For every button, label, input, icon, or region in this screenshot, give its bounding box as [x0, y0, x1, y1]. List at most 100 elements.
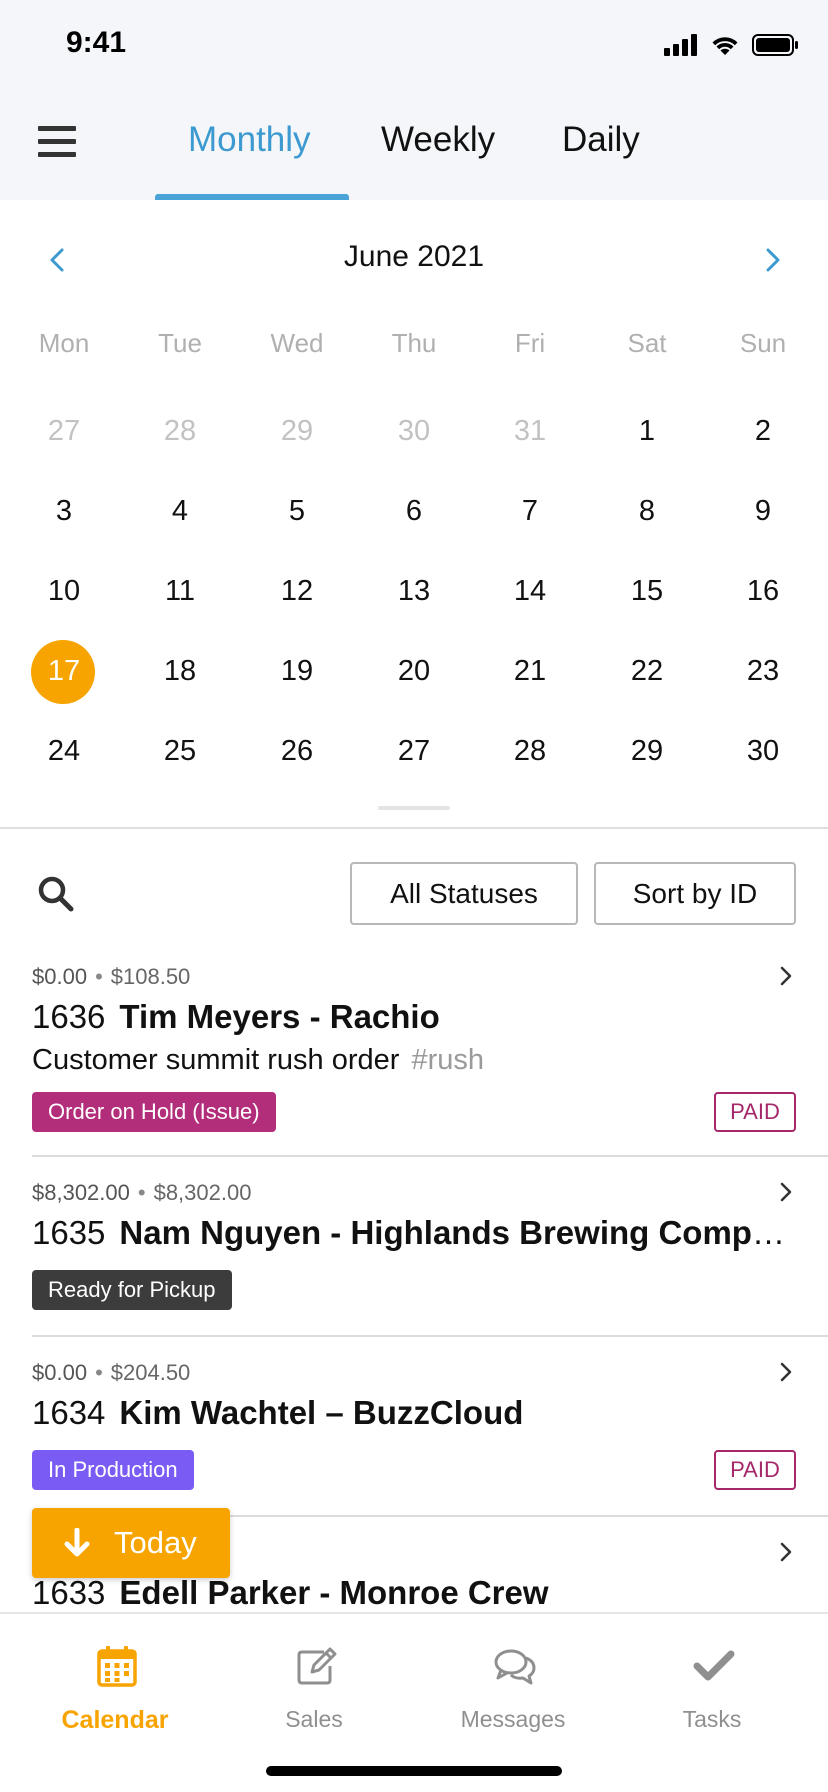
tabbar-label: Calendar: [61, 1706, 169, 1734]
tab-weekly[interactable]: Weekly: [381, 120, 495, 160]
order-customer: Tim Meyers - Rachio: [119, 998, 440, 1035]
calendar-day[interactable]: 25: [122, 716, 238, 786]
calendar-icon: [97, 1646, 137, 1687]
order-customer: Edell Parker - Monroe Crew: [119, 1574, 549, 1610]
weekday-label: Thu: [391, 328, 437, 358]
search-button[interactable]: [36, 874, 76, 914]
order-description-text: Customer summit rush order: [32, 1044, 400, 1076]
edit-icon: [297, 1647, 337, 1685]
calendar-day[interactable]: 30: [356, 396, 472, 466]
calendar-day[interactable]: 27: [6, 396, 122, 466]
order-amounts: $0.00 • $108.50: [32, 964, 191, 989]
status-filter-button[interactable]: All Statuses: [350, 862, 578, 925]
weekday-label: Tue: [158, 328, 202, 358]
status-badge: In Production: [32, 1450, 194, 1490]
order-customer: Kim Wachtel – BuzzCloud: [119, 1394, 524, 1431]
calendar-day[interactable]: 9: [705, 476, 821, 546]
order-id: 1634: [32, 1394, 106, 1431]
order-id: 1636: [32, 998, 106, 1035]
calendar-day[interactable]: 16: [705, 556, 821, 626]
order-row[interactable]: $8,302.00 • $8,302.00 1635 Nam Nguyen - Hig…: [32, 1174, 796, 1324]
chevron-right-icon: [766, 248, 780, 272]
weekday-label: Sun: [739, 328, 787, 358]
order-id: 1633: [32, 1574, 106, 1610]
wifi-icon: [712, 37, 738, 55]
amount-total: $204.50: [110, 1360, 191, 1385]
calendar-day[interactable]: 26: [239, 716, 355, 786]
order-title: 1636 Tim Meyers - Rachio: [32, 998, 796, 1036]
calendar-day[interactable]: 18: [122, 636, 238, 706]
chat-bubbles-icon: [494, 1649, 536, 1685]
calendar-day[interactable]: 4: [122, 476, 238, 546]
calendar-day[interactable]: 28: [472, 716, 588, 786]
paid-badge: PAID: [714, 1092, 796, 1132]
app-header: 9:41 Monthly Weekly Daily: [0, 0, 828, 200]
calendar-day[interactable]: 28: [122, 396, 238, 466]
calendar-drag-handle[interactable]: [378, 806, 450, 810]
chevron-right-icon: [780, 966, 792, 986]
order-amounts: $0.00 • $204.50: [32, 1360, 191, 1385]
calendar-day[interactable]: 14: [472, 556, 588, 626]
tabbar-item-calendar[interactable]: Calendar: [15, 1634, 215, 1744]
tabbar-item-sales[interactable]: Sales: [214, 1634, 414, 1744]
weekday-label: Sat: [627, 328, 667, 358]
calendar-day[interactable]: 24: [6, 716, 122, 786]
today-button[interactable]: Today: [32, 1508, 230, 1578]
menu-icon[interactable]: [38, 126, 76, 158]
calendar-day[interactable]: 30: [705, 716, 821, 786]
calendar-day[interactable]: 23: [705, 636, 821, 706]
sort-button[interactable]: Sort by ID: [594, 862, 796, 925]
amount-total: $108.50: [110, 964, 191, 989]
weekday-label: Wed: [270, 328, 324, 358]
calendar-day[interactable]: 29: [239, 396, 355, 466]
status-icons: [664, 34, 798, 56]
next-month-button[interactable]: [752, 238, 792, 282]
calendar-day[interactable]: 6: [356, 476, 472, 546]
month-navigation: June 2021: [0, 230, 828, 290]
calendar-day[interactable]: 21: [472, 636, 588, 706]
calendar-day-today[interactable]: 17: [6, 636, 122, 706]
calendar-day[interactable]: 22: [589, 636, 705, 706]
search-icon: [38, 876, 74, 912]
tabbar-item-messages[interactable]: Messages: [413, 1634, 613, 1744]
calendar-day[interactable]: 27: [356, 716, 472, 786]
bottom-tab-bar: Calendar Sales Messages Tasks: [0, 1612, 828, 1792]
calendar-day[interactable]: 13: [356, 556, 472, 626]
chevron-right-icon: [780, 1542, 792, 1562]
tabbar-label: Messages: [460, 1706, 566, 1732]
calendar-day[interactable]: 11: [122, 556, 238, 626]
weekday-header: Mon Tue Wed Thu Fri Sat Sun: [0, 328, 828, 372]
status-badge: Order on Hold (Issue): [32, 1092, 276, 1132]
cellular-signal-icon: [664, 34, 697, 56]
calendar-day[interactable]: 1: [589, 396, 705, 466]
divider: [32, 1335, 828, 1337]
calendar-day[interactable]: 20: [356, 636, 472, 706]
status-bar: 9:41: [0, 0, 828, 90]
calendar-day[interactable]: 29: [589, 716, 705, 786]
order-title: 1634 Kim Wachtel – BuzzCloud: [32, 1394, 796, 1432]
calendar-day[interactable]: 31: [472, 396, 588, 466]
divider: [32, 1155, 828, 1157]
tabbar-item-tasks[interactable]: Tasks: [612, 1634, 812, 1744]
paid-badge: PAID: [714, 1450, 796, 1490]
calendar-day[interactable]: 2: [705, 396, 821, 466]
amount-paid: $0.00: [32, 964, 88, 989]
calendar-day[interactable]: 15: [589, 556, 705, 626]
order-row[interactable]: $0.00 • $204.50 1634 Kim Wachtel – BuzzClou…: [32, 1354, 796, 1504]
tab-daily[interactable]: Daily: [562, 120, 640, 160]
calendar-day[interactable]: 19: [239, 636, 355, 706]
calendar-day[interactable]: 3: [6, 476, 122, 546]
calendar-day[interactable]: 10: [6, 556, 122, 626]
calendar-day[interactable]: 8: [589, 476, 705, 546]
order-title: 1635 Nam Nguyen - Highlands Brewing Compa…: [32, 1214, 796, 1252]
chevron-right-icon: [780, 1182, 792, 1202]
tab-monthly[interactable]: Monthly: [188, 120, 311, 160]
tabbar-label: Tasks: [682, 1706, 742, 1732]
calendar-day[interactable]: 12: [239, 556, 355, 626]
calendar-day[interactable]: 5: [239, 476, 355, 546]
calendar-day[interactable]: 7: [472, 476, 588, 546]
amount-paid: $8,302.00: [32, 1180, 130, 1205]
order-row[interactable]: $0.00 • $108.50 1636 Tim Meyers - Rachio Cu…: [32, 958, 796, 1158]
divider: [0, 827, 828, 829]
weekday-label: Mon: [38, 328, 90, 358]
